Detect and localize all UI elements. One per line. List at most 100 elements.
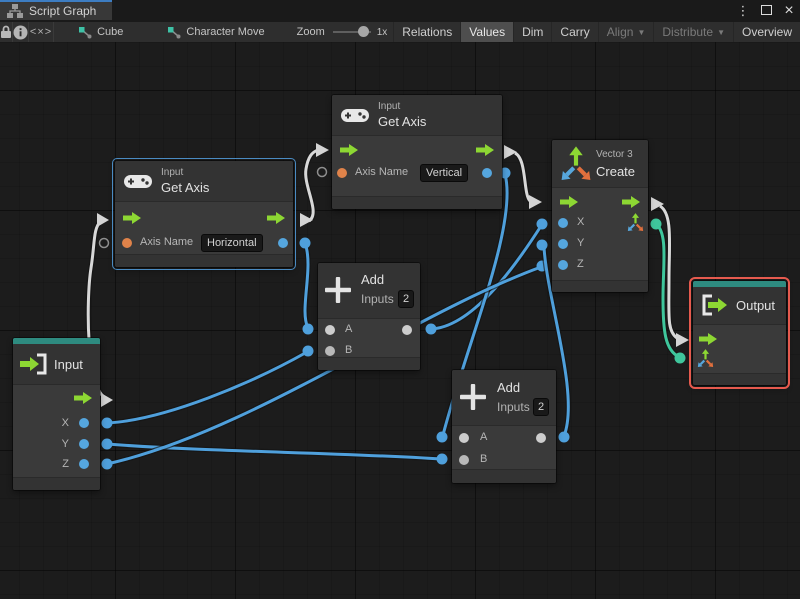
axis-name-field[interactable]: Horizontal <box>201 234 263 252</box>
graph-toolbar: <×> Cube Character Move Zoom 1x Relation… <box>0 22 800 43</box>
toggle-carry[interactable]: Carry <box>551 22 597 42</box>
node-category: Vector 3 <box>596 149 633 160</box>
tab-title: Script Graph <box>29 4 97 18</box>
flow-out-port[interactable] <box>267 212 285 224</box>
port-x[interactable] <box>79 418 89 428</box>
port-label: Z <box>62 458 69 470</box>
port-label: X <box>577 216 585 228</box>
toggle-overview[interactable]: Overview <box>732 22 800 42</box>
toggle-dim[interactable]: Dim <box>513 22 551 42</box>
node-footer <box>693 373 786 385</box>
flow-in-port[interactable] <box>699 333 717 345</box>
graph-node-icon <box>79 26 92 38</box>
port-b[interactable] <box>325 346 335 356</box>
output-icon <box>702 294 727 316</box>
node-footer <box>318 357 420 370</box>
port-label: Y <box>61 438 69 450</box>
port-label: A <box>345 323 353 335</box>
port-y[interactable] <box>79 439 89 449</box>
axis-name-field[interactable]: Vertical <box>420 164 469 182</box>
breadcrumb-character-move[interactable]: Character Move <box>157 22 274 42</box>
node-footer <box>332 196 502 209</box>
dropdown-distribute[interactable]: Distribute ▼ <box>653 22 733 42</box>
port-label: Z <box>577 258 584 270</box>
flow-out-port[interactable] <box>74 392 92 404</box>
node-header[interactable]: Input Get Axis <box>332 95 502 136</box>
node-header[interactable]: Input Get Axis <box>115 161 293 202</box>
result-port[interactable] <box>536 433 546 443</box>
node-title: Output <box>736 298 776 313</box>
port-x[interactable] <box>558 218 568 228</box>
vector3-in-port[interactable] <box>697 349 714 368</box>
port-z[interactable] <box>558 260 568 270</box>
vector3-icon <box>561 146 591 180</box>
port-b[interactable] <box>459 455 469 465</box>
inputs-count-field[interactable]: 2 <box>398 290 415 308</box>
chevron-down-icon: ▼ <box>637 27 646 37</box>
port-a[interactable] <box>459 433 469 443</box>
breadcrumb-label: Cube <box>97 26 124 38</box>
code-preview-icon: <×> <box>29 26 53 38</box>
kebab-menu-icon[interactable]: ⋮ <box>736 0 750 22</box>
node-get-axis-horizontal[interactable]: Input Get Axis Axis Name Horizontal <box>112 158 296 270</box>
port-label: X <box>61 417 69 429</box>
script-graph-window: Script Graph ⋮ × <×> Cube Character Move… <box>0 0 800 599</box>
lock-button[interactable] <box>0 22 13 42</box>
node-title: Add <box>497 380 521 395</box>
add-icon <box>460 384 486 410</box>
node-header[interactable]: Vector 3 Create <box>552 140 648 188</box>
node-input[interactable]: Input X Y Z <box>13 338 100 490</box>
flow-in-port[interactable] <box>560 196 578 208</box>
port-a[interactable] <box>325 325 335 335</box>
flow-out-port[interactable] <box>622 196 640 208</box>
input-icon <box>20 353 47 375</box>
tab-script-graph[interactable]: Script Graph <box>0 0 112 20</box>
breadcrumb-cube[interactable]: Cube <box>68 22 133 42</box>
flow-out-port[interactable] <box>476 144 494 156</box>
zoom-value: 1x <box>376 26 388 38</box>
port-y[interactable] <box>558 239 568 249</box>
node-header[interactable]: Add Inputs 2 <box>318 263 420 319</box>
node-get-axis-vertical[interactable]: Input Get Axis Axis Name Vertical <box>332 95 502 209</box>
node-category: Input <box>161 167 184 178</box>
node-output[interactable]: Output <box>689 277 790 389</box>
node-add-second[interactable]: Add Inputs 2 A B <box>452 370 556 483</box>
inputs-count-field[interactable]: 2 <box>533 398 550 416</box>
dropdown-align[interactable]: Align ▼ <box>597 22 654 42</box>
flow-in-port[interactable] <box>123 212 141 224</box>
zoom-slider-handle[interactable] <box>357 26 369 37</box>
port-label: A <box>480 431 488 443</box>
toggle-values[interactable]: Values <box>460 22 514 42</box>
port-label: Axis Name <box>140 236 194 248</box>
port-label: B <box>480 453 488 465</box>
result-port[interactable] <box>482 168 492 178</box>
node-vector3-create[interactable]: Vector 3 Create X Y Z <box>552 140 648 292</box>
axis-name-port[interactable] <box>122 238 132 248</box>
axis-name-port[interactable] <box>337 168 347 178</box>
node-header[interactable]: Input <box>13 344 100 385</box>
graph-hierarchy-icon <box>7 4 23 18</box>
node-header[interactable]: Add Inputs 2 <box>452 370 556 426</box>
port-label: Axis Name <box>355 166 409 178</box>
result-port[interactable] <box>402 325 412 335</box>
maximize-icon[interactable] <box>759 0 773 22</box>
node-add-first[interactable]: Add Inputs 2 A B <box>318 263 420 370</box>
toggle-relations[interactable]: Relations <box>393 22 460 42</box>
node-header[interactable]: Output <box>693 287 786 325</box>
add-icon <box>325 277 351 303</box>
info-button[interactable] <box>13 22 29 42</box>
zoom-slider[interactable] <box>332 26 371 37</box>
vector3-result-port[interactable] <box>627 213 644 232</box>
close-icon[interactable]: × <box>782 0 796 22</box>
code-preview-button[interactable]: <×> <box>29 22 55 42</box>
node-title: Input <box>54 357 83 372</box>
flow-in-port[interactable] <box>340 144 358 156</box>
breadcrumb-label: Character Move <box>186 26 265 38</box>
port-z[interactable] <box>79 459 89 469</box>
node-footer <box>13 477 100 490</box>
node-title: Create <box>596 164 636 179</box>
inputs-label: Inputs <box>497 400 530 414</box>
info-icon <box>13 25 28 39</box>
node-footer <box>115 254 293 267</box>
result-port[interactable] <box>278 238 288 248</box>
